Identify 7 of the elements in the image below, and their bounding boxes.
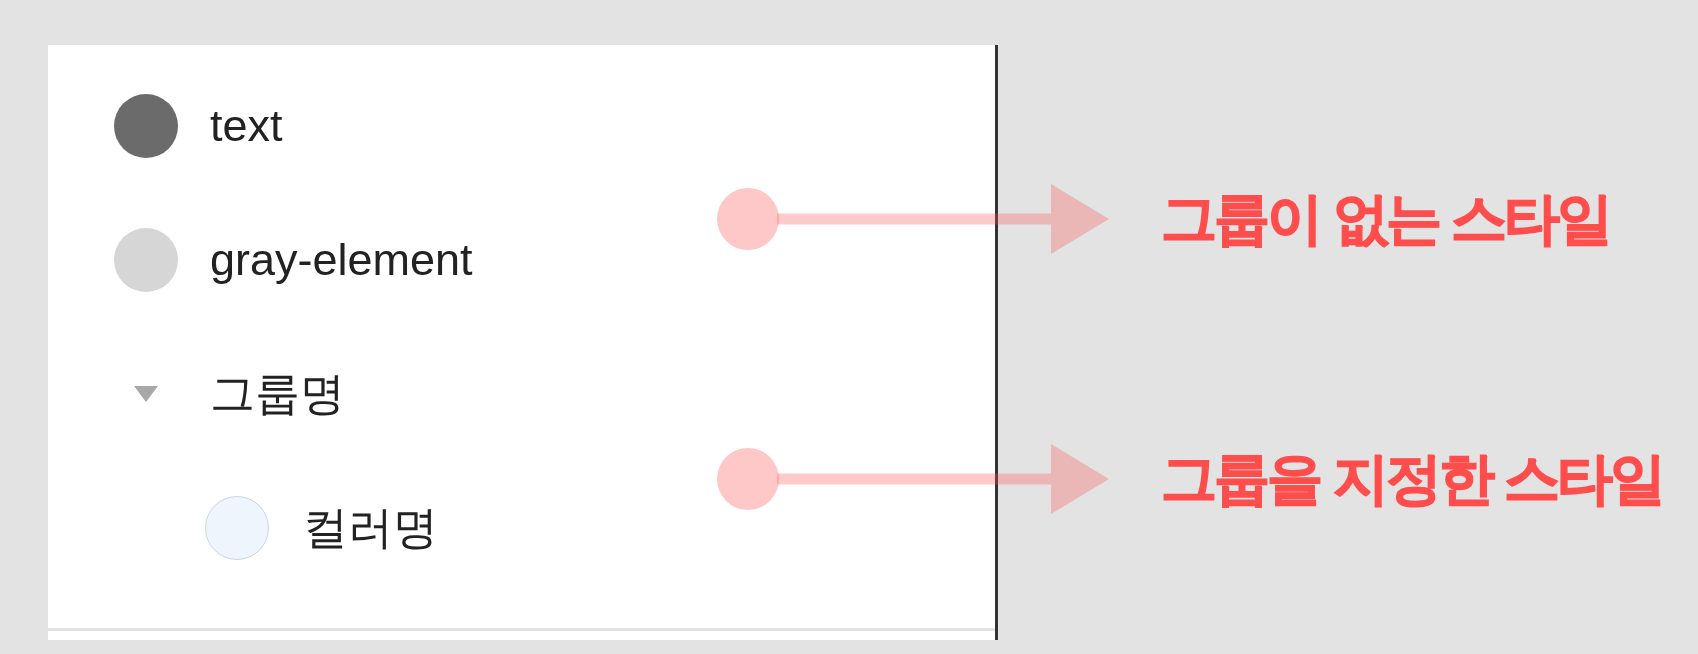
caret-icon[interactable] xyxy=(134,386,158,402)
style-name: 컬러명 xyxy=(303,501,438,555)
annotation-label: 그룹이 없는 스타일 xyxy=(1161,186,1611,252)
style-name: text xyxy=(210,99,283,153)
group-name: 그룹명 xyxy=(210,367,345,421)
style-name: gray-element xyxy=(210,233,473,287)
annotation-label: 그룹을 지정한 스타일 xyxy=(1161,446,1664,512)
